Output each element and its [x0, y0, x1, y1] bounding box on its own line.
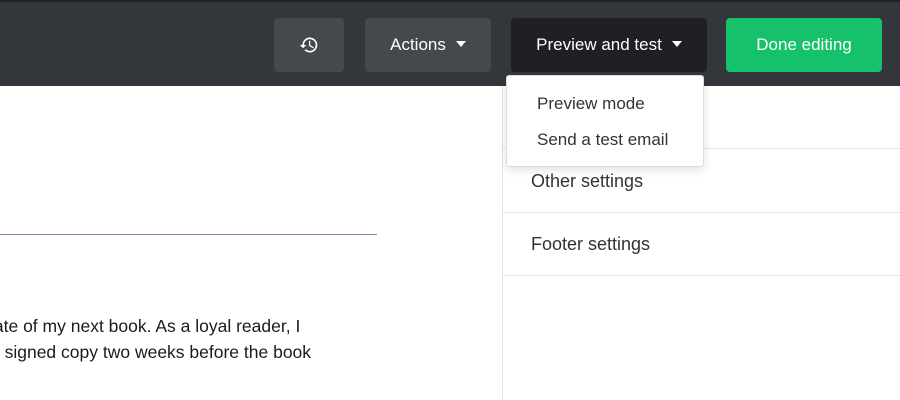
- top-toolbar: Actions Preview and test Done editing: [0, 0, 900, 86]
- chevron-down-icon: [671, 41, 682, 47]
- menu-item-preview-mode[interactable]: Preview mode: [507, 86, 703, 122]
- history-icon: [299, 37, 318, 53]
- body-line: a signed copy two weeks before the book: [0, 342, 312, 362]
- panel-item-label: Other settings: [531, 170, 644, 191]
- preview-and-test-label: Preview and test: [536, 35, 662, 54]
- history-button[interactable]: [274, 18, 344, 72]
- panel-item-footer-settings[interactable]: Footer settings: [503, 213, 900, 276]
- done-editing-label: Done editing: [756, 35, 852, 54]
- panel-item-label: Footer settings: [531, 233, 651, 254]
- actions-button[interactable]: Actions: [365, 18, 491, 72]
- menu-item-send-test-email[interactable]: Send a test email: [507, 122, 703, 158]
- body-line: late of my next book. As a loyal reader,…: [0, 316, 301, 336]
- preview-and-test-button[interactable]: Preview and test: [511, 18, 707, 72]
- menu-item-label: Preview mode: [537, 94, 645, 113]
- actions-button-label: Actions: [390, 35, 446, 54]
- chevron-down-icon: [455, 41, 466, 47]
- preview-dropdown-menu: Preview mode Send a test email: [506, 75, 704, 167]
- menu-item-label: Send a test email: [537, 130, 669, 149]
- body-paragraph[interactable]: late of my next book. As a loyal reader,…: [0, 313, 370, 365]
- done-editing-button[interactable]: Done editing: [726, 18, 882, 72]
- content-divider: [0, 234, 377, 235]
- email-editor-canvas[interactable]: late of my next book. As a loyal reader,…: [0, 86, 502, 400]
